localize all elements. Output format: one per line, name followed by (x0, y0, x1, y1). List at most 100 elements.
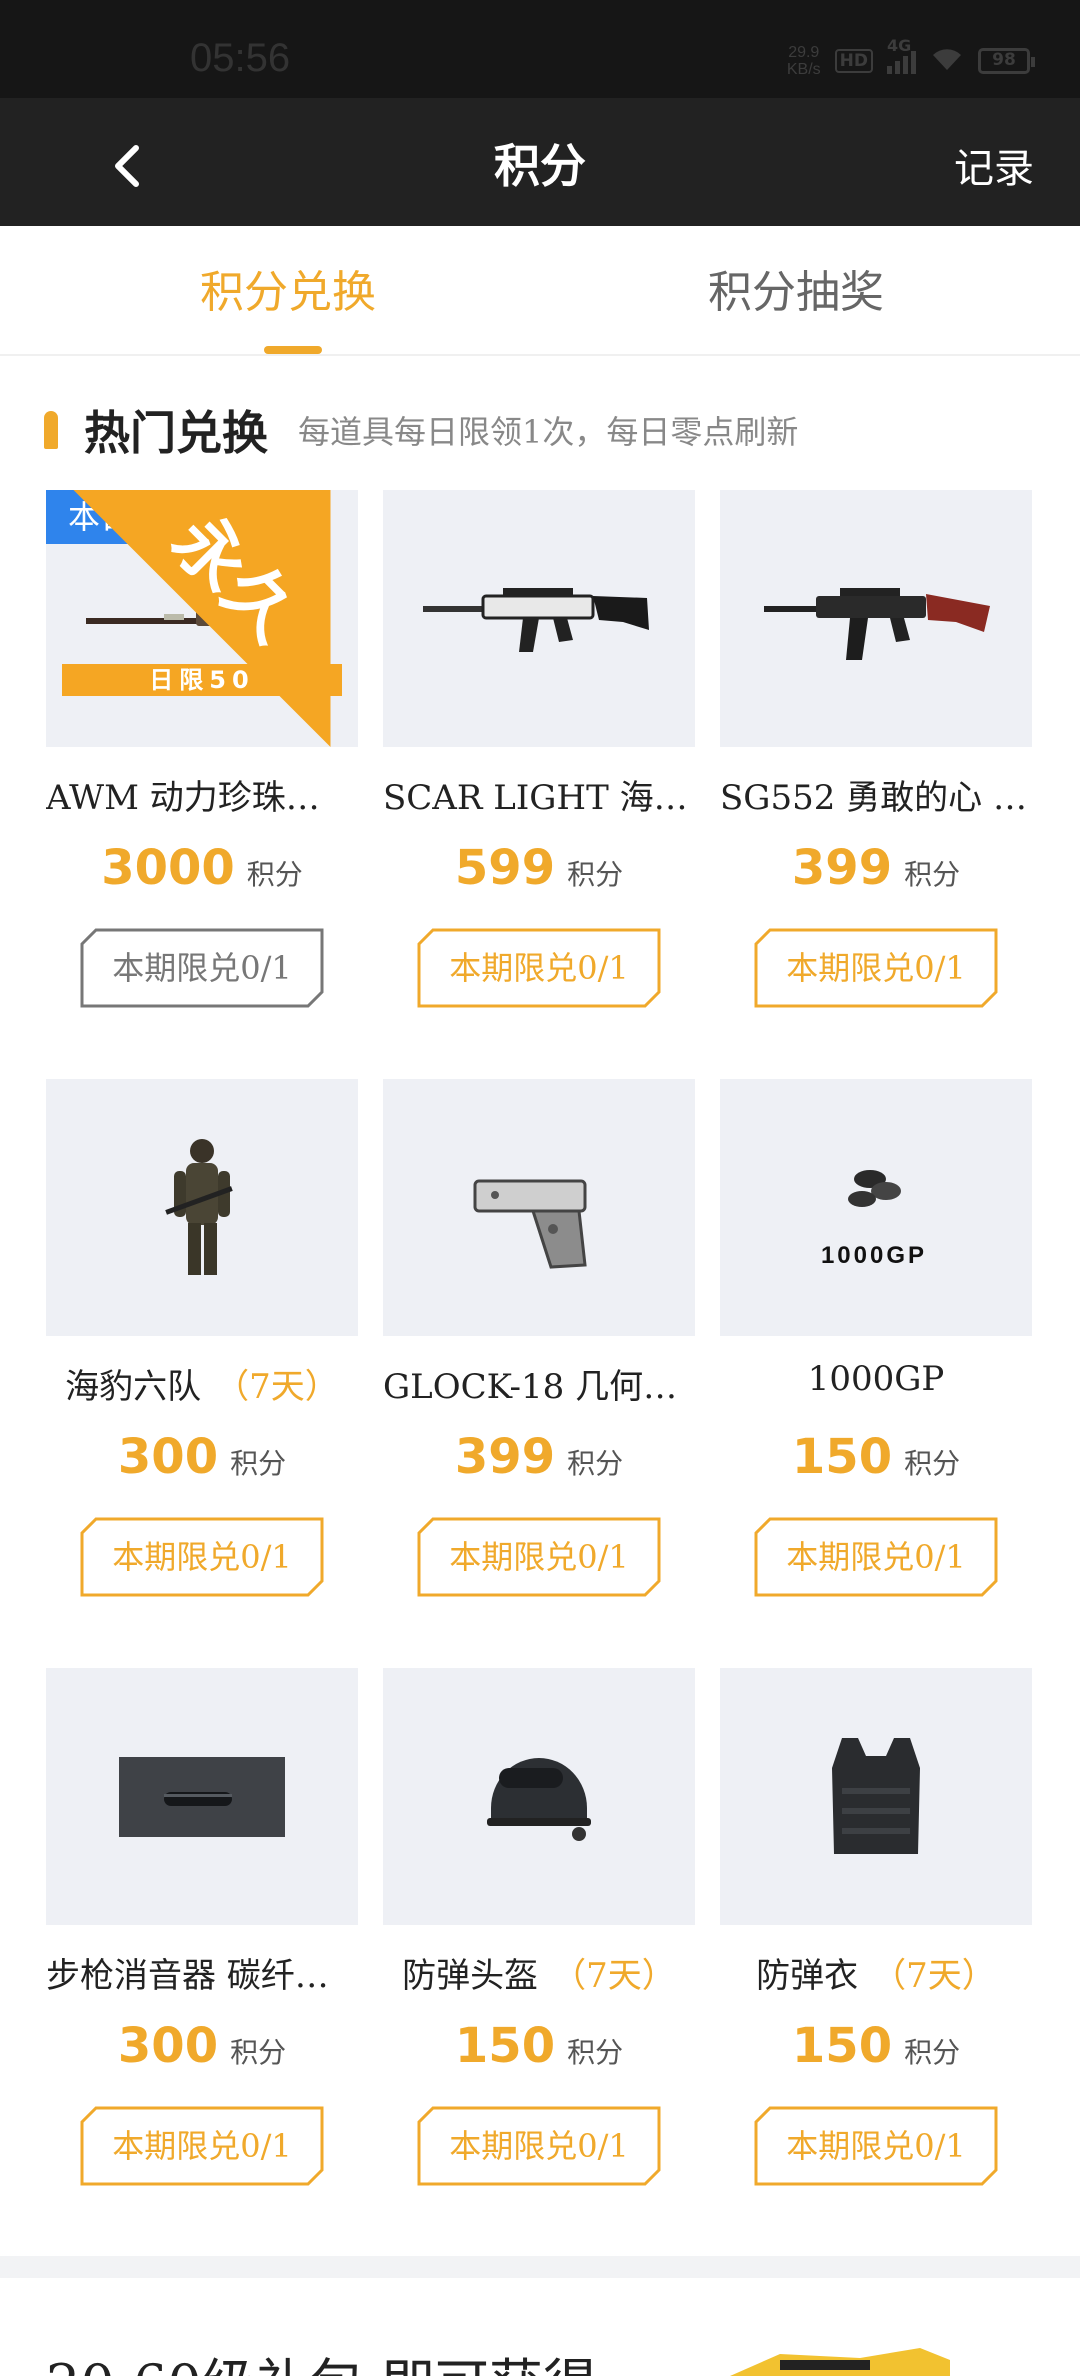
svg-text:1000GP: 1000GP (821, 1242, 927, 1269)
item-price: 399 积分 (720, 840, 1032, 896)
item-price: 150 积分 (383, 2018, 695, 2074)
price-unit: 积分 (567, 2036, 624, 2069)
assault-rifle-icon (423, 588, 649, 652)
item-name: AWM 动力珍珠… (46, 778, 320, 818)
exchange-item[interactable]: GLOCK-18 几何… 399 积分 本期限兑0/1 (383, 1079, 695, 1668)
item-name: SCAR LIGHT 海… (383, 778, 688, 818)
wifi-icon (930, 46, 964, 76)
section-divider (0, 2256, 1080, 2278)
price-value: 399 (454, 1429, 556, 1485)
item-price: 300 积分 (46, 2018, 358, 2074)
price-value: 150 (791, 2018, 893, 2074)
item-name: 步枪消音器 碳纤… (46, 1956, 329, 1996)
gift-pack-title: 20-60级礼包 即可获得 (46, 2340, 597, 2376)
gift-pack-image (720, 2340, 950, 2376)
exchange-item[interactable]: SCAR LIGHT 海… 599 积分 本期限兑0/1 (383, 490, 695, 1079)
helmet-icon (487, 1758, 591, 1841)
exchange-item[interactable]: SG552 勇敢的心 … 399 积分 本期限兑0/1 (720, 490, 1032, 1079)
soldier-character-icon (165, 1139, 233, 1275)
exchange-item[interactable]: 海豹六队 （7天） 300 积分 本期限兑0/1 (46, 1079, 358, 1668)
item-image (383, 490, 695, 747)
tab-active-indicator (264, 346, 322, 354)
gp-coins-icon: 1000GP (821, 1170, 927, 1269)
price-value: 300 (117, 2018, 219, 2074)
exchange-grid: 本日剩余0 永久 日限50 AWM 动力珍珠… 3000 积分 本期限兑0/1 (46, 490, 1036, 2257)
item-price: 399 积分 (383, 1429, 695, 1485)
item-image: 本日剩余0 永久 日限50 (46, 490, 358, 747)
status-icons: 29.9 KB/s HD 4G 98 (786, 36, 1035, 78)
hd-icon: HD (834, 49, 873, 73)
redeem-button[interactable]: 本期限兑0/1 (80, 1517, 324, 1597)
daily-limit-bar: 日限50 (62, 664, 342, 696)
item-duration: （7天） (215, 1367, 339, 1407)
item-image (383, 1668, 695, 1925)
section-marker-icon (44, 411, 58, 449)
item-name: 防弹头盔 （7天） (402, 1956, 676, 1996)
battery-icon: 98 (978, 48, 1035, 74)
redeem-button[interactable]: 本期限兑0/1 (417, 928, 661, 1008)
item-image (46, 1668, 358, 1925)
redeem-button[interactable]: 本期限兑0/1 (80, 2106, 324, 2186)
assault-rifle-red-icon (764, 588, 990, 660)
section-subtitle: 每道具每日限领1次，每日零点刷新 (298, 413, 799, 451)
item-price: 599 积分 (383, 840, 695, 896)
item-duration: （7天） (552, 1956, 676, 1996)
item-image: 1000GP (720, 1079, 1032, 1336)
price-unit: 积分 (567, 1447, 624, 1480)
price-unit: 积分 (904, 2036, 961, 2069)
status-time: 05:56 (190, 36, 291, 80)
price-unit: 积分 (246, 858, 303, 891)
exchange-item[interactable]: 步枪消音器 碳纤… 300 积分 本期限兑0/1 (46, 1668, 358, 2257)
item-name: SG552 勇敢的心 … (720, 778, 1027, 818)
network-speed: 29.9 KB/s (786, 44, 821, 78)
price-unit: 积分 (904, 1447, 961, 1480)
redeem-button[interactable]: 本期限兑0/1 (417, 2106, 661, 2186)
exchange-item[interactable]: 1000GP 1000GP 150 积分 本期限兑0/1 (720, 1079, 1032, 1668)
status-bar: 05:56 29.9 KB/s HD 4G 98 (0, 0, 1080, 98)
item-price: 300 积分 (46, 1429, 358, 1485)
price-unit: 积分 (904, 858, 961, 891)
pistol-icon (473, 1179, 587, 1269)
rifle-yellow-icon (730, 2348, 950, 2376)
item-image (46, 1079, 358, 1336)
redeem-button[interactable]: 本期限兑0/1 (754, 928, 998, 1008)
item-name: 1000GP (807, 1359, 945, 1399)
price-value: 399 (791, 840, 893, 896)
section-title: 热门兑换 (84, 406, 268, 460)
nav-bar: 积分 记录 (0, 98, 1080, 226)
item-price: 3000 积分 (46, 840, 358, 896)
item-name: 防弹衣 （7天） (756, 1956, 996, 1996)
price-value: 150 (454, 2018, 556, 2074)
tab-bar: 积分兑换 积分抽奖 (0, 226, 1080, 356)
price-value: 3000 (101, 840, 235, 896)
suppressor-icon (119, 1757, 285, 1837)
price-unit: 积分 (230, 2036, 287, 2069)
price-value: 300 (117, 1429, 219, 1485)
item-duration: （7天） (872, 1956, 996, 1996)
item-image (720, 1668, 1032, 1925)
item-name: 海豹六队 （7天） (65, 1367, 339, 1407)
tab-points-lottery[interactable]: 积分抽奖 (708, 256, 884, 320)
redeem-button[interactable]: 本期限兑0/1 (754, 1517, 998, 1597)
item-price: 150 积分 (720, 2018, 1032, 2074)
tab-points-exchange[interactable]: 积分兑换 (200, 256, 376, 320)
price-unit: 积分 (230, 1447, 287, 1480)
exchange-item[interactable]: 防弹头盔 （7天） 150 积分 本期限兑0/1 (383, 1668, 695, 2257)
exchange-item[interactable]: 本日剩余0 永久 日限50 AWM 动力珍珠… 3000 积分 本期限兑0/1 (46, 490, 358, 1079)
redeem-button[interactable]: 本期限兑0/1 (754, 2106, 998, 2186)
signal-icon: 4G (887, 36, 916, 74)
item-image (383, 1079, 695, 1336)
item-name: GLOCK-18 几何… (383, 1367, 678, 1407)
page-title: 积分 (494, 139, 586, 193)
price-unit: 积分 (567, 858, 624, 891)
item-price: 150 积分 (720, 1429, 1032, 1485)
redeem-button[interactable]: 本期限兑0/1 (80, 928, 324, 1008)
record-link[interactable]: 记录 (954, 136, 1034, 194)
section-header: 热门兑换 每道具每日限领1次，每日零点刷新 (44, 400, 798, 460)
item-image (720, 490, 1032, 747)
exchange-item[interactable]: 防弹衣 （7天） 150 积分 本期限兑0/1 (720, 1668, 1032, 2257)
redeem-button[interactable]: 本期限兑0/1 (417, 1517, 661, 1597)
price-value: 599 (454, 840, 556, 896)
price-value: 150 (791, 1429, 893, 1485)
permanent-ribbon: 永久 (73, 490, 331, 747)
